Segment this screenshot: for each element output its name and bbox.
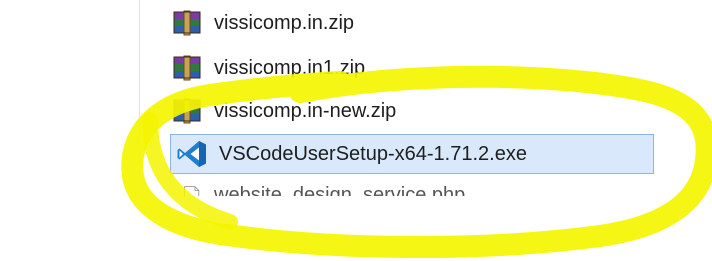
file-name: vissicomp.in-new.zip (214, 99, 397, 122)
file-name: website_design_service.php (214, 183, 466, 197)
file-name: vissicomp.in.zip (214, 11, 355, 34)
php-file-icon (184, 186, 200, 196)
file-item-website-design-service-php[interactable]: website_design_service.php (170, 180, 650, 196)
navigation-pane (0, 0, 139, 196)
file-item-vissicomp-in-zip[interactable]: vissicomp.in.zip (170, 5, 650, 41)
vscode-icon (177, 141, 206, 167)
winrar-archive-icon (173, 55, 201, 81)
file-item-vissicomp-in-new-zip[interactable]: vissicomp.in-new.zip (170, 93, 650, 129)
winrar-archive-icon (173, 98, 201, 124)
file-item-vissicomp-in1-zip[interactable]: vissicomp.in1.zip (170, 50, 650, 86)
file-item-vscode-setup-exe[interactable]: VSCodeUserSetup-x64-1.71.2.exe (170, 134, 654, 174)
winrar-archive-icon (173, 10, 201, 36)
file-list: vissicomp.in.zip vissicomp.in1.zip vissi… (140, 0, 660, 196)
file-name: VSCodeUserSetup-x64-1.71.2.exe (219, 142, 527, 165)
file-name: vissicomp.in1.zip (214, 56, 366, 79)
